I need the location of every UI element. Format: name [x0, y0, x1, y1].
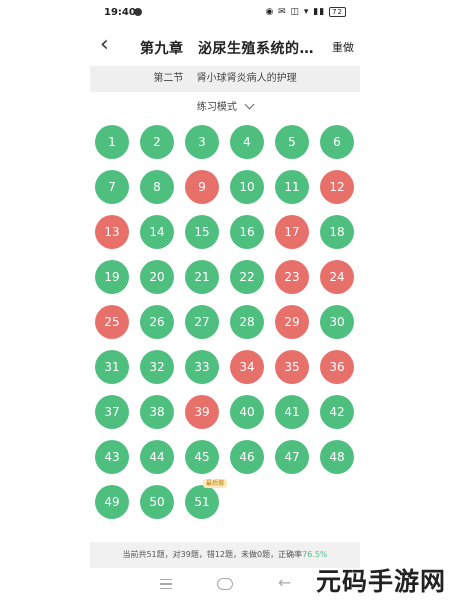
question-33-button[interactable]: 33 [185, 350, 219, 384]
question-44-button[interactable]: 44 [140, 440, 174, 474]
question-49-button[interactable]: 49 [95, 485, 129, 519]
question-43-button[interactable]: 43 [95, 440, 129, 474]
question-34-button[interactable]: 34 [230, 350, 264, 384]
question-22-button[interactable]: 22 [230, 260, 264, 294]
question-47-button[interactable]: 47 [275, 440, 309, 474]
question-27-button[interactable]: 27 [185, 305, 219, 339]
question-24-button[interactable]: 24 [320, 260, 354, 294]
question-35-button[interactable]: 35 [275, 350, 309, 384]
last-done-badge: 最后做 [203, 479, 228, 488]
question-14-button[interactable]: 14 [140, 215, 174, 249]
question-8-button[interactable]: 8 [140, 170, 174, 204]
question-51-button[interactable]: 51 [185, 485, 219, 519]
question-19-button[interactable]: 19 [95, 260, 129, 294]
accuracy-rate: 76.5% [302, 550, 328, 559]
question-42-button[interactable]: 42 [320, 395, 354, 429]
question-48-button[interactable]: 48 [320, 440, 354, 474]
question-16-button[interactable]: 16 [230, 215, 264, 249]
question-3-button[interactable]: 3 [185, 125, 219, 159]
question-36-button[interactable]: 36 [320, 350, 354, 384]
question-7-button[interactable]: 7 [95, 170, 129, 204]
question-15-button[interactable]: 15 [185, 215, 219, 249]
question-12-button[interactable]: 12 [320, 170, 354, 204]
question-39-button[interactable]: 39 [185, 395, 219, 429]
question-grid: 1 2 3 4 5 6 7 8 9 10 11 12 13 14 15 16 17 18 19 20 21 22 23 24 2… [90, 0, 360, 540]
question-46-button[interactable]: 46 [230, 440, 264, 474]
question-11-button[interactable]: 11 [275, 170, 309, 204]
question-23-button[interactable]: 23 [275, 260, 309, 294]
question-32-button[interactable]: 32 [140, 350, 174, 384]
phone-screen: 19:40 ◉ ✉ ◫ ▾ ▮▮ 72 ‹ 第九章 泌尿生殖系统的… 重做 第二… [90, 0, 360, 600]
question-31-button[interactable]: 31 [95, 350, 129, 384]
question-9-button[interactable]: 9 [185, 170, 219, 204]
question-41-button[interactable]: 41 [275, 395, 309, 429]
question-2-button[interactable]: 2 [140, 125, 174, 159]
question-28-button[interactable]: 28 [230, 305, 264, 339]
question-26-button[interactable]: 26 [140, 305, 174, 339]
watermark-logo: 元码手游网 [316, 567, 447, 596]
question-4-button[interactable]: 4 [230, 125, 264, 159]
question-30-button[interactable]: 30 [320, 305, 354, 339]
question-25-button[interactable]: 25 [95, 305, 129, 339]
question-5-button[interactable]: 5 [275, 125, 309, 159]
question-29-button[interactable]: 29 [275, 305, 309, 339]
home-icon[interactable] [217, 578, 233, 590]
question-40-button[interactable]: 40 [230, 395, 264, 429]
screen: 19:40 ◉ ✉ ◫ ▾ ▮▮ 72 ‹ 第九章 泌尿生殖系统的… 重做 第二… [0, 0, 450, 600]
question-10-button[interactable]: 10 [230, 170, 264, 204]
question-50-button[interactable]: 50 [140, 485, 174, 519]
menu-icon[interactable] [160, 579, 172, 592]
question-21-button[interactable]: 21 [185, 260, 219, 294]
question-38-button[interactable]: 38 [140, 395, 174, 429]
question-37-button[interactable]: 37 [95, 395, 129, 429]
question-13-button[interactable]: 13 [95, 215, 129, 249]
question-1-button[interactable]: 1 [95, 125, 129, 159]
question-6-button[interactable]: 6 [320, 125, 354, 159]
back-nav-icon[interactable]: ← [278, 573, 291, 592]
summary-text: 当前共51题，对39题，错12题，未做0题，正确率 [122, 550, 303, 559]
question-17-button[interactable]: 17 [275, 215, 309, 249]
question-18-button[interactable]: 18 [320, 215, 354, 249]
question-45-button[interactable]: 45 [185, 440, 219, 474]
question-20-button[interactable]: 20 [140, 260, 174, 294]
